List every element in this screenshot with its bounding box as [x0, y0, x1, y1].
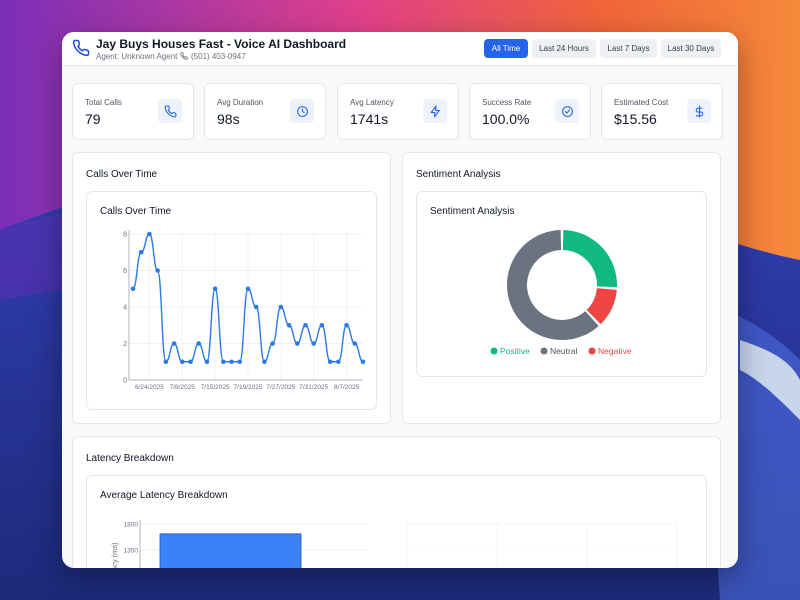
legend-swatch — [588, 347, 596, 355]
stat-label: Success Rate — [482, 98, 532, 107]
x-tick-label: 7/27/2025 — [266, 384, 295, 391]
x-tick-label: 7/15/2025 — [201, 384, 230, 391]
data-point — [336, 359, 341, 365]
x-tick-label: 6/24/2025 — [135, 384, 164, 391]
x-tick-label: 7/19/2025 — [234, 384, 263, 391]
check-circle-icon — [555, 99, 579, 123]
agent-label: Agent: Unknown Agent — [96, 52, 178, 61]
data-point — [212, 286, 218, 292]
lightning-icon — [423, 99, 447, 123]
stat-value: 100.0% — [482, 111, 530, 127]
data-point — [303, 322, 308, 328]
data-point — [245, 286, 251, 292]
bar — [159, 533, 302, 568]
stat-value: 1741s — [350, 111, 389, 127]
y-axis-label: Latency (ms) — [110, 542, 119, 568]
data-point — [188, 359, 193, 365]
stat-value: 79 — [85, 111, 101, 127]
x-tick-label: 7/31/2025 — [299, 384, 328, 391]
data-point — [196, 341, 202, 346]
stat-card-avg-latency: Avg Latency 1741s — [337, 83, 459, 140]
clock-icon — [290, 99, 314, 123]
stat-label: Avg Latency — [350, 98, 394, 107]
y-tick-label: 2 — [123, 341, 127, 348]
legend-label: Positive — [500, 346, 530, 356]
data-point — [253, 304, 259, 310]
y-tick-label: 4 — [123, 305, 127, 312]
latency-chart-card: Average Latency Breakdown 1350 1800 Latenc… — [86, 475, 707, 568]
filter-all-time-button[interactable]: All Time — [484, 39, 528, 58]
data-point — [147, 231, 152, 237]
data-point — [344, 322, 349, 328]
page-title: Jay Buys Houses Fast - Voice AI Dashboar… — [96, 37, 347, 51]
data-point — [130, 286, 136, 292]
phone-small-icon — [180, 52, 188, 60]
data-point — [311, 341, 317, 346]
stat-card-success-rate: Success Rate 100.0% — [469, 83, 591, 140]
dollar-icon — [687, 99, 711, 123]
stat-card-total-calls: Total Calls 79 — [72, 83, 194, 140]
y-tick-label: 0 — [123, 378, 127, 385]
latency-bar-chart: 1350 1800 Latency (ms) — [110, 520, 678, 568]
data-point — [262, 359, 267, 365]
data-point — [237, 359, 243, 365]
data-point — [352, 341, 358, 346]
phone-number: (501) 403-0947 — [191, 52, 246, 61]
data-point — [179, 359, 185, 365]
stat-value: $15.56 — [614, 111, 657, 127]
header-bar: Jay Buys Houses Fast - Voice AI Dashboar… — [62, 32, 738, 66]
legend-label: Negative — [598, 346, 632, 356]
section-title: Calls Over Time — [86, 169, 158, 180]
data-point — [155, 268, 160, 273]
data-point — [171, 341, 177, 346]
calls-over-time-panel: Calls Over Time Calls Over Time 0 2 4 6 8 6/2… — [72, 152, 391, 424]
data-point — [319, 322, 325, 328]
sentiment-donut-chart: Positive Neutral Negative — [490, 230, 632, 356]
stat-card-avg-duration: Avg Duration 98s — [204, 83, 326, 140]
data-point — [294, 341, 300, 346]
sentiment-chart-card: Sentiment Analysis Positive Neutral Negati… — [416, 191, 707, 377]
legend-swatch — [490, 347, 498, 355]
stat-label: Estimated Cost — [614, 98, 669, 107]
slice-positive — [562, 230, 617, 288]
calls-line-chart: 0 2 4 6 8 6/24/2025 7/8/2025 7/15/2025 7/19/2025… — [123, 230, 366, 391]
filter-last-30-days-button[interactable]: Last 30 Days — [661, 39, 721, 58]
x-tick-label: 7/8/2025 — [170, 384, 196, 391]
data-point — [163, 359, 169, 365]
legend-label: Neutral — [550, 346, 578, 356]
y-tick-label: 1800 — [124, 522, 139, 529]
data-point — [204, 359, 210, 365]
y-tick-label: 1350 — [124, 548, 139, 555]
data-point — [138, 249, 144, 255]
dashboard-window: Jay Buys Houses Fast - Voice AI Dashboar… — [62, 32, 738, 568]
phone-icon — [72, 39, 90, 57]
data-point — [327, 359, 333, 365]
section-title: Latency Breakdown — [86, 453, 174, 464]
calls-chart-card: Calls Over Time 0 2 4 6 8 6/24/2025 7/8/2025 7/… — [86, 191, 377, 410]
stat-value: 98s — [217, 111, 240, 127]
data-point — [229, 359, 234, 365]
stat-label: Avg Duration — [217, 98, 264, 107]
phone-icon — [158, 99, 182, 123]
y-tick-label: 8 — [123, 232, 127, 239]
x-tick-label: 8/7/2025 — [334, 384, 360, 391]
filter-last-24-hours-button[interactable]: Last 24 Hours — [532, 39, 596, 58]
sentiment-panel: Sentiment Analysis Sentiment Analysis Po… — [402, 152, 721, 424]
data-point — [360, 359, 366, 365]
data-point — [221, 359, 226, 365]
filter-last-7-days-button[interactable]: Last 7 Days — [600, 39, 657, 58]
section-title: Sentiment Analysis — [416, 169, 501, 180]
data-point — [278, 304, 284, 310]
stat-label: Total Calls — [85, 98, 122, 107]
data-point — [270, 341, 275, 346]
data-point — [286, 322, 292, 328]
latency-panel: Latency Breakdown Average Latency Breakd… — [72, 436, 721, 568]
stat-card-estimated-cost: Estimated Cost $15.56 — [601, 83, 723, 140]
y-tick-label: 6 — [123, 268, 127, 275]
legend-swatch — [540, 347, 548, 355]
